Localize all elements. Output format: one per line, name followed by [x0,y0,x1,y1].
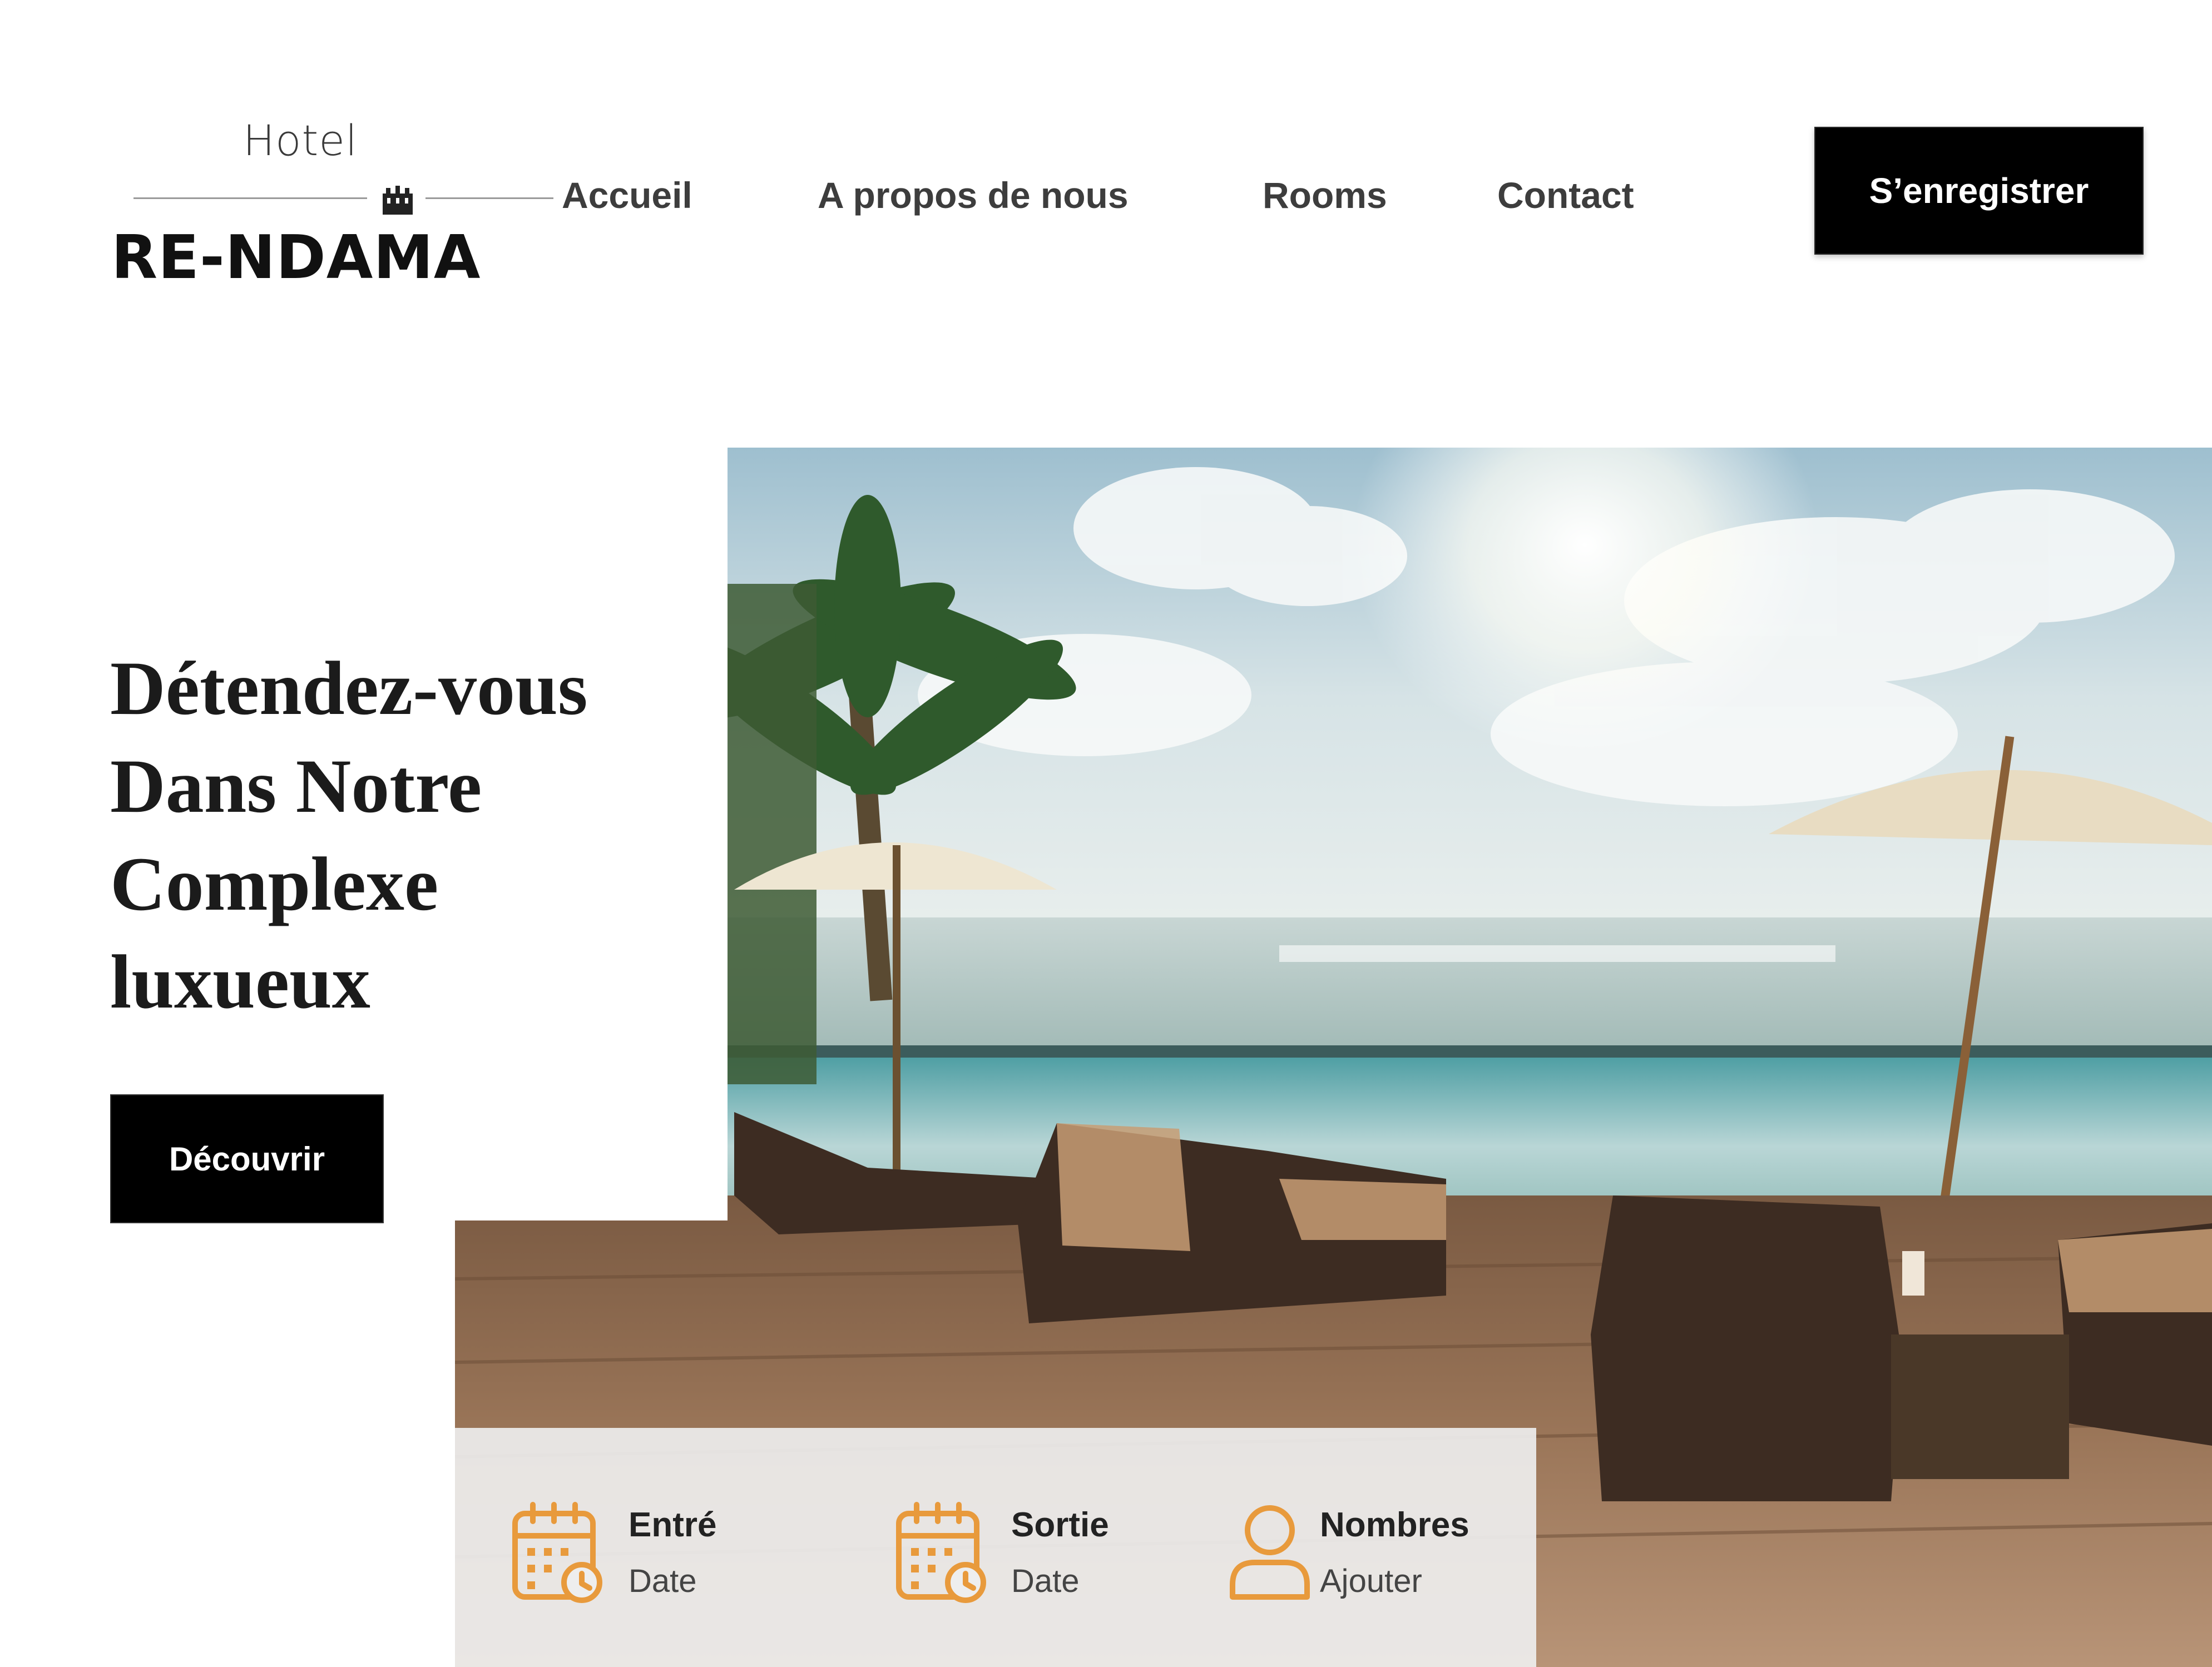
booking-bar: Entré Date Sortie Date Nombres Ajouter [455,1428,1536,1667]
checkin-label: Entré [629,1506,717,1544]
hero-title-line: Détendez-vous [110,646,588,731]
booking-field-guests[interactable]: Nombres Ajouter [1228,1501,1517,1613]
hero-title-line: Dans Notre [110,743,482,828]
user-icon [1230,1505,1310,1600]
nav-link-a-propos[interactable]: A propos de nous [818,177,1129,214]
calendar-icon [896,1502,986,1603]
nav-link-accueil[interactable]: Accueil [562,177,692,214]
logo-divider-right [425,197,553,199]
guests-label: Nombres [1320,1506,1469,1544]
logo-hotel-text: Hotel [243,116,358,165]
checkout-value: Date [1011,1563,1080,1599]
hero-title: Détendez-vous Dans Notre Complexe luxueu… [110,639,677,1031]
hero-title-line: Complexe [110,841,439,926]
logo-hotel-name: RE-NDAMA [111,223,481,292]
nav-link-contact[interactable]: Contact [1497,177,1634,214]
booking-field-checkin[interactable]: Entré Date [511,1501,761,1613]
hotel-emblem-icon [383,186,413,215]
calendar-icon [512,1502,602,1603]
logo-divider-left [133,197,367,199]
register-button[interactable]: S’enregistrer [1814,127,2144,255]
nav-link-rooms[interactable]: Rooms [1263,177,1387,214]
hero-title-line: luxueux [110,939,370,1024]
checkout-label: Sortie [1011,1506,1109,1544]
checkin-value: Date [629,1563,697,1599]
discover-button[interactable]: Découvrir [110,1094,384,1223]
booking-field-checkout[interactable]: Sortie Date [894,1501,1145,1613]
guests-value: Ajouter [1320,1563,1422,1599]
hotel-logo[interactable]: Hotel RE-NDAMA [111,116,553,292]
